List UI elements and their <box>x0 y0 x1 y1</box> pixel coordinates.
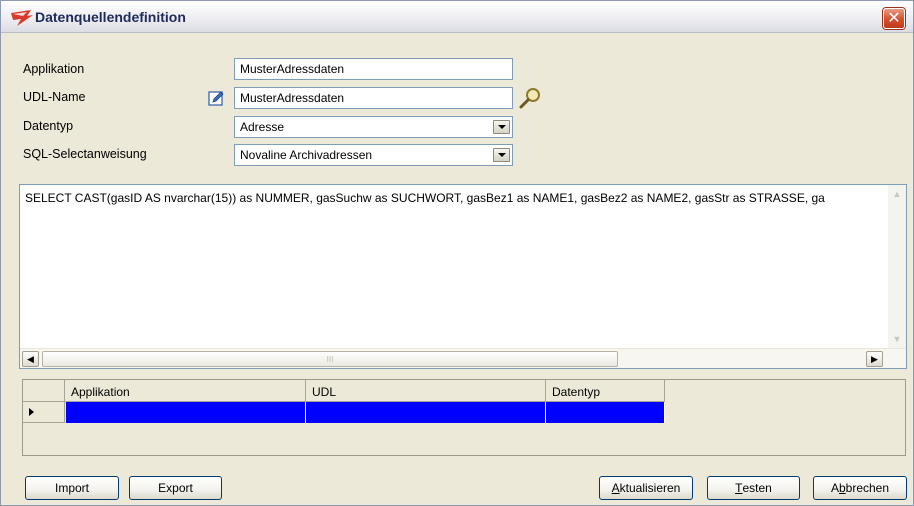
aktualisieren-label-post: ktualisieren <box>619 481 681 495</box>
title-bar: Datenquellendefinition ✕ <box>1 1 913 33</box>
window-title: Datenquellendefinition <box>35 9 186 25</box>
chevron-down-icon[interactable] <box>493 120 510 134</box>
close-button[interactable]: ✕ <box>883 8 905 29</box>
applikation-input[interactable]: MusterAdressdaten <box>234 58 513 80</box>
abbrechen-button[interactable]: Ab brechen <box>813 476 907 500</box>
column-header-applikation[interactable]: Applikation <box>65 380 306 402</box>
app-logo-icon <box>11 10 33 26</box>
sql-textarea[interactable]: SELECT CAST(gasID AS nvarchar(15)) as NU… <box>19 184 907 369</box>
abbrechen-label-mnemonic: b <box>838 481 846 495</box>
vertical-scrollbar[interactable]: ▲ ▼ <box>888 185 906 348</box>
abbrechen-label-post: brechen <box>845 481 890 495</box>
column-header-udl[interactable]: UDL <box>306 380 546 402</box>
datasource-grid[interactable]: Applikation UDL Datentyp <box>22 379 906 456</box>
sql-text: SELECT CAST(gasID AS nvarchar(15)) as NU… <box>25 191 825 205</box>
export-button[interactable]: Export <box>129 476 222 500</box>
datasource-dialog: Datenquellendefinition ✕ Applikation UDL… <box>0 0 914 506</box>
table-cell[interactable] <box>306 402 546 423</box>
scroll-up-icon[interactable]: ▲ <box>889 186 905 202</box>
import-button[interactable]: Import <box>25 476 119 500</box>
scroll-left-icon[interactable]: ◀ <box>22 351 39 367</box>
table-cell[interactable] <box>66 402 306 423</box>
scrollbar-thumb[interactable]: III <box>42 351 618 367</box>
udl-name-input[interactable]: MusterAdressdaten <box>234 87 513 109</box>
testen-label-post: esten <box>742 481 772 495</box>
scroll-down-icon[interactable]: ▼ <box>889 331 905 347</box>
horizontal-scrollbar[interactable]: ◀ III ▶ <box>20 348 906 368</box>
edit-icon[interactable] <box>208 90 224 106</box>
search-icon[interactable] <box>518 86 542 110</box>
table-cell[interactable] <box>546 402 665 423</box>
testen-button[interactable]: Testen <box>707 476 800 500</box>
udl-name-label: UDL-Name <box>23 90 86 104</box>
scrollbar-grip: III <box>326 354 334 364</box>
aktualisieren-button[interactable]: Aktualisieren <box>599 476 693 500</box>
sql-select-value: Novaline Archivadressen <box>240 148 373 162</box>
abbrechen-label-pre: A <box>830 481 839 495</box>
chevron-down-icon[interactable] <box>493 148 510 162</box>
applikation-label: Applikation <box>23 62 85 76</box>
column-header-datentyp[interactable]: Datentyp <box>546 380 665 402</box>
datentyp-select[interactable]: Adresse <box>234 116 513 138</box>
aktualisieren-label-mnemonic: A <box>611 481 620 495</box>
sql-select-dropdown[interactable]: Novaline Archivadressen <box>234 144 513 166</box>
sql-select-label: SQL-Selectanweisung <box>23 147 147 161</box>
grid-corner <box>23 380 65 402</box>
close-icon: ✕ <box>887 9 901 27</box>
current-row-arrow-icon <box>29 408 34 416</box>
row-selector[interactable] <box>23 402 65 423</box>
datentyp-value: Adresse <box>240 120 285 134</box>
datentyp-label: Datentyp <box>23 119 74 133</box>
scroll-right-icon[interactable]: ▶ <box>866 351 883 367</box>
testen-label-mnemonic: T <box>735 481 743 495</box>
